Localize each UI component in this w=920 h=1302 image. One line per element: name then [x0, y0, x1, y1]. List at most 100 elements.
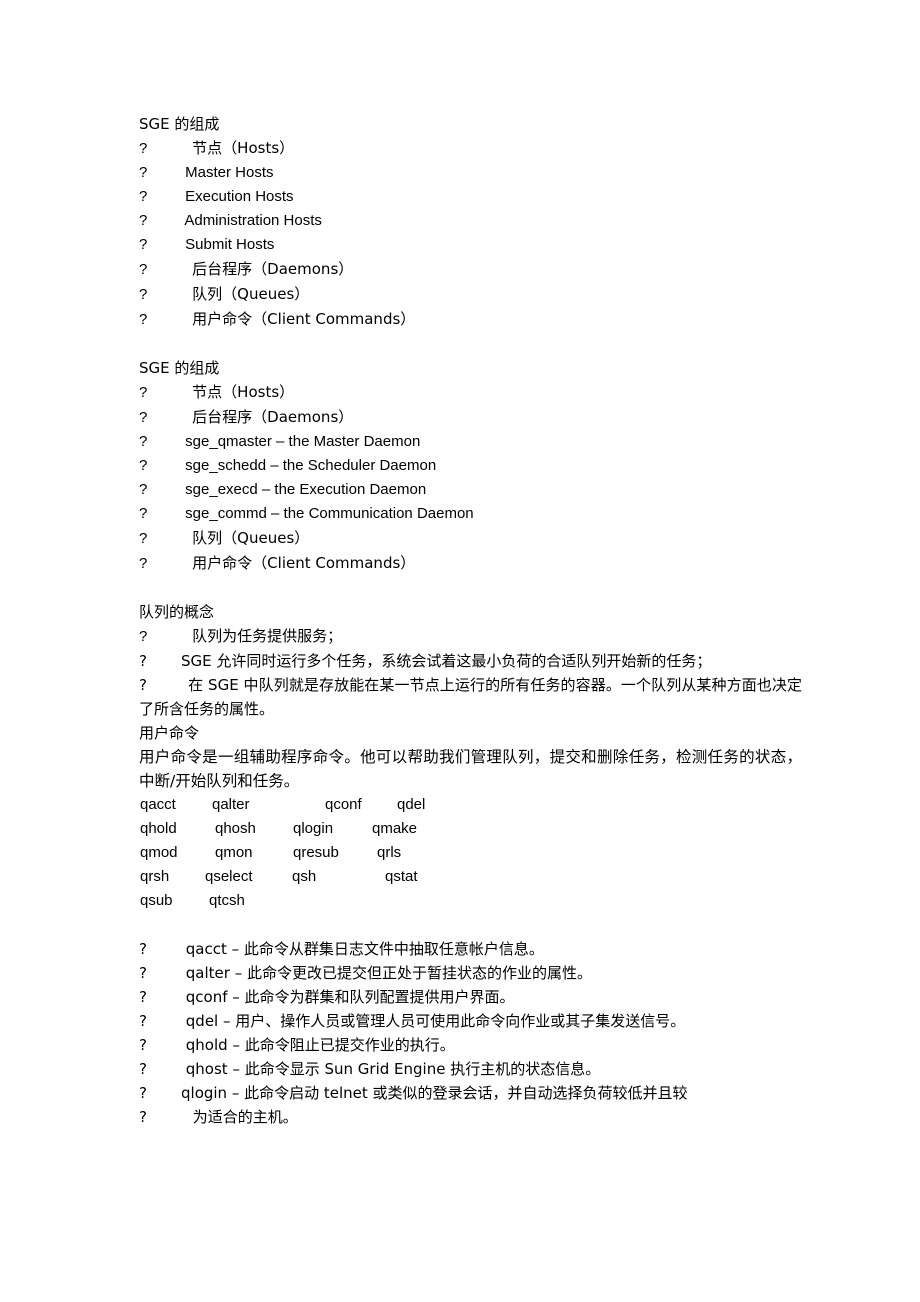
bullet-marker: ?: [139, 1060, 147, 1078]
list-item: ? Submit Hosts: [139, 233, 802, 257]
list-item-label: 为适合的主机。: [192, 1108, 298, 1126]
bullet-marker: ?: [139, 628, 148, 645]
bullet-marker: ?: [139, 940, 147, 958]
user-commands-intro: 用户命令是一组辅助程序命令。他可以帮助我们管理队列，提交和删除任务，检测任务的状…: [139, 748, 802, 790]
bullet-marker: ?: [139, 140, 148, 157]
section-heading-sge-composition-2: SGE 的组成: [139, 359, 220, 377]
list-item: ? 为适合的主机。: [139, 1105, 802, 1129]
list-item: ? qhold – 此命令阻止已提交作业的执行。: [139, 1033, 802, 1057]
list-item: ? 节点（Hosts）: [139, 136, 802, 161]
list-item-label: 节点（Hosts）: [192, 139, 295, 157]
list-item-label: qdel – 用户、操作人员或管理人员可使用此命令向作业或其子集发送信号。: [185, 1012, 686, 1030]
list-item-label: Master Hosts: [185, 164, 274, 181]
bullet-marker: ?: [139, 188, 148, 205]
command-cell: qlogin: [293, 820, 334, 837]
bullet-marker: ?: [139, 409, 148, 426]
list-item-label: Submit Hosts: [185, 236, 275, 253]
command-cell: qdel: [397, 796, 426, 813]
list-item: ? 在 SGE 中队列就是存放能在某一节点上运行的所有任务的容器。一个队列从某种方…: [139, 673, 802, 721]
bullet-marker: ?: [139, 311, 148, 328]
list-item: ? sge_execd – the Execution Daemon: [139, 478, 802, 502]
table-row: qhold qhosh qlogin qmake: [139, 817, 802, 841]
bullet-marker: ?: [139, 988, 147, 1006]
list-item-label: 队列（Queues）: [192, 285, 310, 303]
list-item-label: qhold – 此命令阻止已提交作业的执行。: [185, 1036, 455, 1054]
list-item-label: 用户命令（Client Commands）: [192, 554, 416, 572]
list-item-label: 后台程序（Daemons）: [192, 408, 354, 426]
bullet-marker: ?: [139, 1012, 147, 1030]
list-item: ? 用户命令（Client Commands）: [139, 551, 802, 576]
table-row: qsub qtcsh: [139, 889, 802, 913]
bullet-marker: ?: [139, 236, 148, 253]
list-item-label: sge_qmaster – the Master Daemon: [185, 433, 421, 450]
command-cell: qhold: [140, 820, 177, 837]
list-item-label: 节点（Hosts）: [192, 383, 295, 401]
section-heading-queue-concept: 队列的概念: [139, 603, 215, 621]
section-heading-sge-composition-1: SGE 的组成: [139, 115, 220, 133]
command-cell: qstat: [385, 868, 418, 885]
table-row: qrsh qselect qsh qstat: [139, 865, 802, 889]
list-item: ? qhost – 此命令显示 Sun Grid Engine 执行主机的状态信…: [139, 1057, 802, 1081]
bullet-marker: ?: [139, 286, 148, 303]
bullet-marker: ?: [139, 433, 148, 450]
bullet-marker: ?: [139, 164, 148, 181]
command-cell: qresub: [293, 844, 339, 861]
document-page: SGE 的组成 ? 节点（Hosts） ? Master Hosts ? Exe…: [0, 0, 920, 1302]
list-item: ? qalter – 此命令更改已提交但正处于暂挂状态的作业的属性。: [139, 961, 802, 985]
list-item: ? 队列（Queues）: [139, 282, 802, 307]
list-item-label: 后台程序（Daemons）: [192, 260, 354, 278]
list-item-label: sge_execd – the Execution Daemon: [185, 481, 427, 498]
section-heading-user-commands: 用户命令: [139, 724, 200, 742]
command-cell: qconf: [325, 796, 362, 813]
list-item-label: sge_commd – the Communication Daemon: [185, 505, 474, 522]
list-item: ? 后台程序（Daemons）: [139, 257, 802, 282]
bullet-marker: ?: [139, 1084, 147, 1102]
list-item: ? qacct – 此命令从群集日志文件中抽取任意帐户信息。: [139, 937, 802, 961]
list-item-label: 队列为任务提供服务；: [192, 627, 343, 645]
list-item-label: 队列（Queues）: [192, 529, 310, 547]
list-item: ? Administration Hosts: [139, 209, 802, 233]
list-item: ? qconf – 此命令为群集和队列配置提供用户界面。: [139, 985, 802, 1009]
command-cell: qacct: [140, 796, 176, 813]
command-cell: qalter: [212, 796, 250, 813]
bullet-marker: ?: [139, 676, 147, 694]
table-row: qmod qmon qresub qrls: [139, 841, 802, 865]
list-item-label: qacct – 此命令从群集日志文件中抽取任意帐户信息。: [185, 940, 544, 958]
document-body: SGE 的组成 ? 节点（Hosts） ? Master Hosts ? Exe…: [139, 112, 802, 1129]
list-item: ? 用户命令（Client Commands）: [139, 307, 802, 332]
table-row: qacct qalter qconf qdel: [139, 793, 802, 817]
list-item: ? Master Hosts: [139, 161, 802, 185]
list-item-label: SGE 允许同时运行多个任务，系统会试着这最小负荷的合适队列开始新的任务；: [181, 652, 712, 670]
list-item: ? 后台程序（Daemons）: [139, 405, 802, 430]
list-item: ? 队列为任务提供服务；: [139, 624, 802, 649]
list-item: ? sge_qmaster – the Master Daemon: [139, 430, 802, 454]
bullet-marker: ?: [139, 481, 148, 498]
list-item-label: qconf – 此命令为群集和队列配置提供用户界面。: [185, 988, 515, 1006]
bullet-marker: ?: [139, 384, 148, 401]
list-item-label: Administration Hosts: [184, 212, 322, 229]
command-cell: qrsh: [140, 868, 170, 885]
command-cell: qrls: [377, 844, 402, 861]
list-item-label: qhost – 此命令显示 Sun Grid Engine 执行主机的状态信息。: [185, 1060, 601, 1078]
list-item-label: sge_schedd – the Scheduler Daemon: [185, 457, 437, 474]
bullet-marker: ?: [139, 261, 148, 278]
list-item: ? 节点（Hosts）: [139, 380, 802, 405]
command-cell: qhosh: [215, 820, 256, 837]
bullet-marker: ?: [139, 1108, 147, 1126]
list-item-label: 用户命令（Client Commands）: [192, 310, 416, 328]
command-cell: qselect: [205, 868, 253, 885]
list-item-label: 在 SGE 中队列就是存放能在某一节点上运行的所有任务的容器。一个队列从某种方面…: [139, 676, 802, 718]
list-item: ? qdel – 用户、操作人员或管理人员可使用此命令向作业或其子集发送信号。: [139, 1009, 802, 1033]
command-cell: qmake: [372, 820, 418, 837]
list-item: ? Execution Hosts: [139, 185, 802, 209]
bullet-marker: ?: [139, 530, 148, 547]
bullet-marker: ?: [139, 555, 148, 572]
command-cell: qmon: [215, 844, 253, 861]
bullet-marker: ?: [139, 652, 147, 670]
list-item-label: Execution Hosts: [185, 188, 294, 205]
command-cell: qmod: [140, 844, 178, 861]
list-item: ? sge_schedd – the Scheduler Daemon: [139, 454, 802, 478]
